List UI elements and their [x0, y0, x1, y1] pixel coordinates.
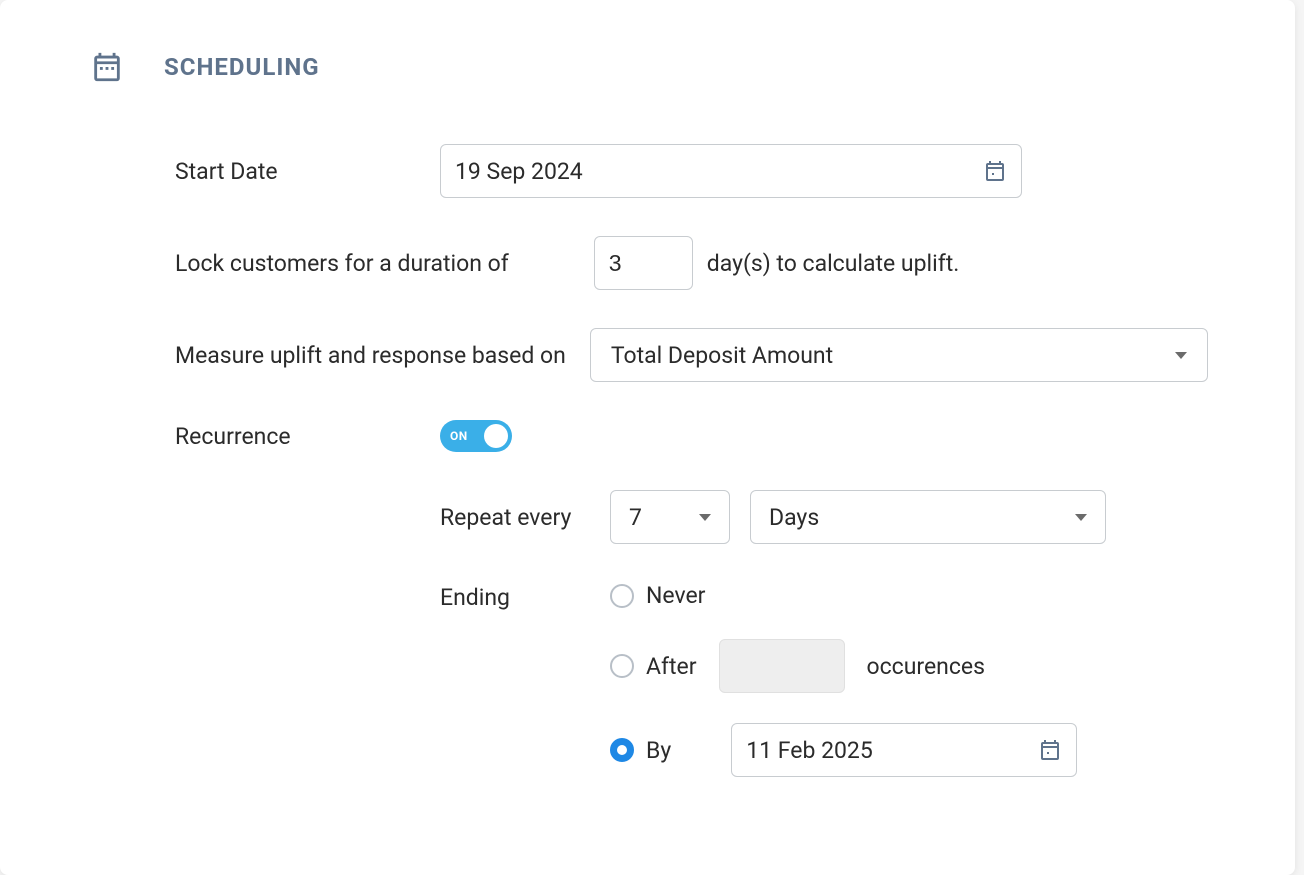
- section-title: SCHEDULING: [164, 53, 320, 81]
- recurrence-row: Recurrence ON: [175, 420, 1215, 452]
- uplift-measure-row: Measure uplift and response based on Tot…: [175, 328, 1215, 382]
- repeat-count-value: 7: [629, 504, 642, 531]
- occurrences-suffix: occurences: [867, 653, 985, 680]
- uplift-label: Measure uplift and response based on: [175, 342, 566, 369]
- ending-row: Ending Never After occurences By 11 Feb …: [440, 582, 1215, 777]
- occurrences-input[interactable]: [719, 639, 845, 693]
- start-date-value: 19 Sep 2024: [455, 158, 583, 185]
- start-date-input[interactable]: 19 Sep 2024: [440, 144, 1022, 198]
- chevron-down-icon: [699, 514, 711, 521]
- recurrence-toggle[interactable]: ON: [440, 420, 512, 452]
- ending-after-option: After occurences: [610, 639, 1077, 693]
- ending-never-option: Never: [610, 582, 1077, 609]
- calendar-icon: [90, 50, 124, 84]
- uplift-value: Total Deposit Amount: [611, 342, 833, 369]
- ending-options: Never After occurences By 11 Feb 2025: [610, 582, 1077, 777]
- start-date-label: Start Date: [175, 158, 440, 185]
- calendar-picker-icon: [983, 159, 1007, 183]
- form-area: Start Date 19 Sep 2024 Lock customers fo…: [175, 144, 1215, 777]
- toggle-on-label: ON: [450, 429, 468, 443]
- calendar-picker-icon: [1038, 738, 1062, 762]
- uplift-select[interactable]: Total Deposit Amount: [590, 328, 1208, 382]
- section-header: SCHEDULING: [90, 50, 1215, 84]
- ending-by-date-input[interactable]: 11 Feb 2025: [731, 723, 1077, 777]
- ending-by-label: By: [646, 737, 671, 764]
- ending-by-date-value: 11 Feb 2025: [746, 737, 873, 764]
- recurrence-label: Recurrence: [175, 423, 440, 450]
- repeat-unit-select[interactable]: Days: [750, 490, 1106, 544]
- ending-never-radio[interactable]: [610, 584, 634, 608]
- ending-by-option: By 11 Feb 2025: [610, 723, 1077, 777]
- toggle-knob: [484, 424, 508, 448]
- repeat-unit-value: Days: [769, 504, 819, 531]
- lock-suffix-label: day(s) to calculate uplift.: [707, 250, 960, 277]
- lock-duration-input[interactable]: [594, 236, 693, 290]
- ending-after-radio[interactable]: [610, 654, 634, 678]
- repeat-row: Repeat every 7 Days: [440, 490, 1215, 544]
- ending-after-label: After: [646, 653, 697, 680]
- chevron-down-icon: [1175, 352, 1187, 359]
- chevron-down-icon: [1075, 514, 1087, 521]
- ending-never-label: Never: [646, 582, 705, 609]
- lock-prefix-label: Lock customers for a duration of: [175, 250, 509, 277]
- ending-label: Ending: [440, 582, 610, 611]
- scheduling-panel: SCHEDULING Start Date 19 Sep 2024 Lock c…: [0, 0, 1295, 875]
- repeat-count-select[interactable]: 7: [610, 490, 730, 544]
- repeat-label: Repeat every: [440, 504, 610, 531]
- start-date-row: Start Date 19 Sep 2024: [175, 144, 1215, 198]
- ending-by-radio[interactable]: [610, 738, 634, 762]
- lock-duration-row: Lock customers for a duration of day(s) …: [175, 236, 1215, 290]
